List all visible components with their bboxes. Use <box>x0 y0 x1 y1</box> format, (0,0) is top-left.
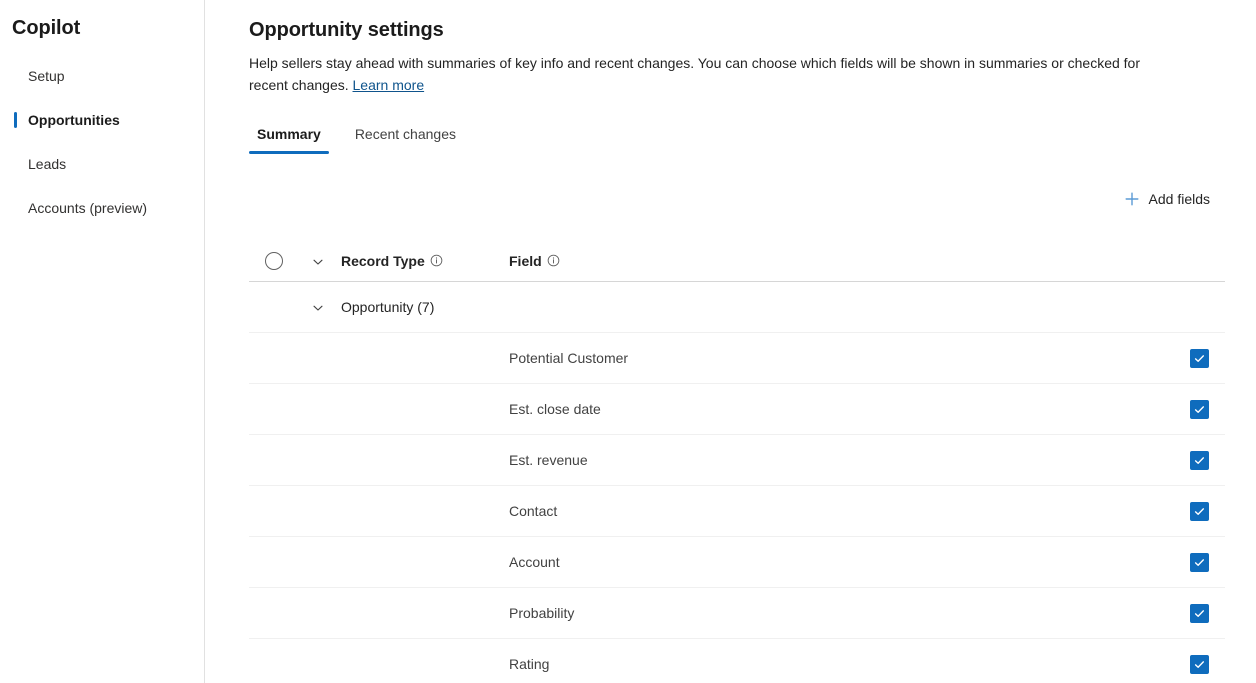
tab-active-underline <box>249 151 329 154</box>
checkbox-checked-icon[interactable] <box>1189 501 1209 521</box>
row-field-label: Account <box>509 554 560 570</box>
column-header-record-type-label: Record Type <box>341 252 425 269</box>
table-header-row: Record Type Field <box>249 240 1225 282</box>
row-checkbox-cell <box>1173 501 1225 521</box>
row-field-label: Contact <box>509 503 558 519</box>
command-bar: Add fields <box>249 182 1224 216</box>
column-header-field[interactable]: Field <box>501 253 1173 269</box>
table-row[interactable]: Est. close date <box>249 383 1225 434</box>
tab-label: Recent changes <box>354 126 456 142</box>
row-field-cell: Probability <box>501 605 1173 621</box>
row-field-cell: Contact <box>501 503 1173 519</box>
row-checkbox-cell <box>1173 552 1225 572</box>
page-title: Opportunity settings <box>249 19 444 41</box>
group-row-opportunity[interactable]: Opportunity (7) <box>249 282 1225 332</box>
page-description: Help sellers stay ahead with summaries o… <box>249 52 1179 96</box>
column-header-field-label: Field <box>509 252 542 269</box>
table-row[interactable]: Probability <box>249 587 1225 638</box>
info-icon[interactable] <box>547 254 560 267</box>
row-checkbox-cell <box>1173 603 1225 623</box>
add-fields-button[interactable]: Add fields <box>1118 186 1216 212</box>
row-field-cell: Rating <box>501 656 1173 672</box>
plus-icon <box>1124 191 1140 207</box>
main-content: Opportunity settings Help sellers stay a… <box>205 0 1256 683</box>
row-checkbox-cell <box>1173 450 1225 470</box>
checkbox-checked-icon[interactable] <box>1189 399 1209 419</box>
select-all-cell <box>249 251 295 270</box>
group-label-cell: Opportunity (7) <box>341 299 501 315</box>
tab-label: Summary <box>257 126 321 142</box>
row-checkbox-cell <box>1173 399 1225 419</box>
sidebar-active-indicator <box>14 112 17 128</box>
sidebar-item-accounts-preview[interactable]: Accounts (preview) <box>0 186 204 230</box>
table-row[interactable]: Contact <box>249 485 1225 536</box>
info-icon[interactable] <box>430 254 443 267</box>
checkbox-checked-icon[interactable] <box>1189 450 1209 470</box>
circle-unchecked-icon[interactable] <box>265 251 283 270</box>
checkbox-checked-icon[interactable] <box>1189 552 1209 572</box>
row-checkbox-cell <box>1173 348 1225 368</box>
checkbox-checked-icon[interactable] <box>1189 603 1209 623</box>
sidebar-item-label: Opportunities <box>28 112 120 128</box>
row-checkbox-cell <box>1173 654 1225 674</box>
group-label: Opportunity (7) <box>341 299 435 315</box>
sidebar: Copilot Setup Opportunities Leads Accounts … <box>0 0 205 683</box>
chevron-down-icon[interactable] <box>312 255 324 267</box>
checkbox-checked-icon[interactable] <box>1189 654 1209 674</box>
row-field-cell: Est. revenue <box>501 452 1173 468</box>
row-field-label: Est. close date <box>509 401 601 417</box>
table-row[interactable]: Rating <box>249 638 1225 683</box>
row-field-label: Rating <box>509 656 550 672</box>
table-row[interactable]: Potential Customer <box>249 332 1225 383</box>
row-field-cell: Account <box>501 554 1173 570</box>
sidebar-nav-list: Setup Opportunities Leads Accounts (preview… <box>0 54 204 230</box>
expand-all-cell <box>295 255 341 267</box>
row-field-label: Est. revenue <box>509 452 588 468</box>
sidebar-item-label: Accounts (preview) <box>28 200 148 216</box>
sidebar-item-label: Leads <box>28 156 67 172</box>
sidebar-item-leads[interactable]: Leads <box>0 142 204 186</box>
row-field-cell: Potential Customer <box>501 350 1173 366</box>
add-fields-label: Add fields <box>1148 191 1210 207</box>
fields-table: Record Type Field Opportunity (7) Potent… <box>249 240 1225 683</box>
table-body: Potential Customer Est. close date Est. re… <box>249 332 1225 683</box>
sidebar-item-setup[interactable]: Setup <box>0 54 204 98</box>
row-field-cell: Est. close date <box>501 401 1173 417</box>
table-row[interactable]: Account <box>249 536 1225 587</box>
row-field-label: Probability <box>509 605 575 621</box>
tab-recent-changes[interactable]: Recent changes <box>347 124 464 154</box>
tab-summary[interactable]: Summary <box>249 124 329 154</box>
app-root: Copilot Setup Opportunities Leads Accounts … <box>0 0 1256 683</box>
chevron-down-icon[interactable] <box>312 301 324 313</box>
group-expand-cell <box>295 301 341 313</box>
sidebar-item-opportunities[interactable]: Opportunities <box>0 98 204 142</box>
row-field-label: Potential Customer <box>509 350 629 366</box>
table-row[interactable]: Est. revenue <box>249 434 1225 485</box>
learn-more-link[interactable]: Learn more <box>353 77 425 93</box>
sidebar-title: Copilot <box>12 17 81 39</box>
sidebar-item-label: Setup <box>28 68 65 84</box>
checkbox-checked-icon[interactable] <box>1189 348 1209 368</box>
column-header-record-type[interactable]: Record Type <box>341 253 501 269</box>
tab-list: Summary Recent changes <box>249 118 1224 154</box>
